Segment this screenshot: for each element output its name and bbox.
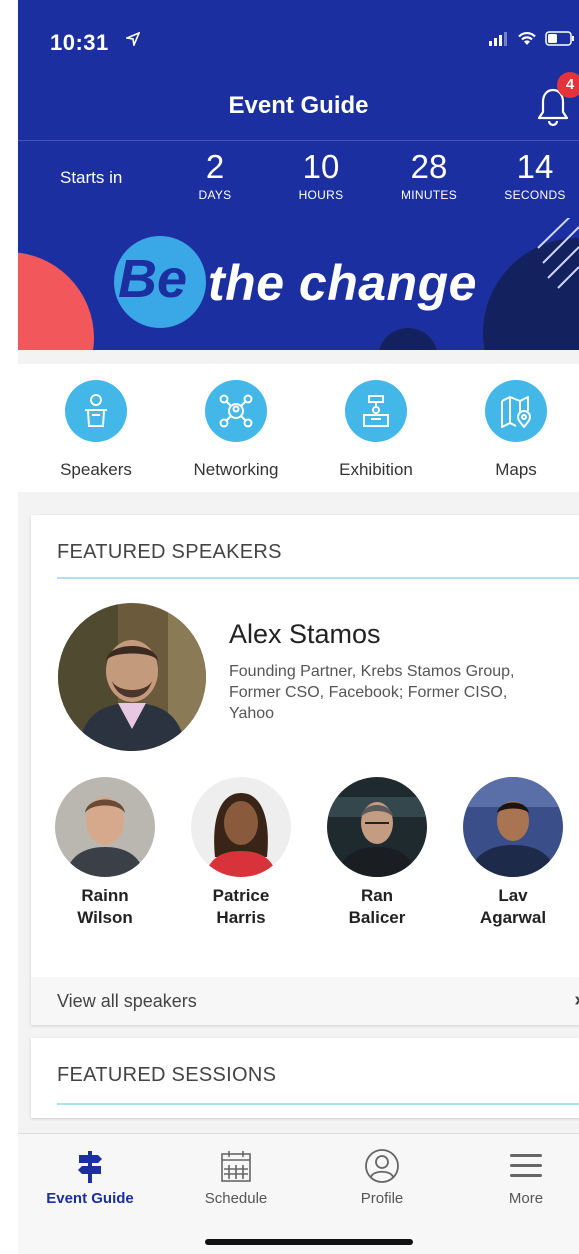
quick-link-maps[interactable]: Maps	[456, 380, 576, 480]
lead-speaker-role: Founding Partner, Krebs Stamos Group, Fo…	[229, 663, 515, 722]
banner-text: the change	[208, 255, 477, 311]
featured-speakers-card: FEATURED SPEAKERS Alex Stamos Founding P…	[31, 515, 579, 1025]
menu-icon	[456, 1146, 579, 1186]
countdown-unit-label: SECONDS	[504, 188, 566, 202]
tab-label: Schedule	[204, 1190, 268, 1207]
speaker-first-name: Ran	[360, 886, 394, 905]
section-title: FEATURED SESSIONS	[57, 1064, 277, 1086]
section-rule	[57, 577, 579, 579]
speaker-avatar	[55, 777, 155, 877]
exhibition-booth-icon	[345, 380, 407, 442]
quick-link-networking[interactable]: Networking	[176, 380, 296, 480]
speaker-last-name: Balicer	[348, 908, 406, 927]
speaker-podium-icon	[65, 380, 127, 442]
lead-speaker-avatar[interactable]	[58, 603, 206, 751]
speaker-last-name: Wilson	[77, 908, 133, 927]
quick-link-label: Exhibition	[339, 460, 413, 479]
speaker-item[interactable]: Ran Balicer	[317, 777, 437, 929]
home-indicator[interactable]	[205, 1239, 413, 1245]
countdown-value: 2	[205, 148, 225, 185]
countdown: Starts in 2 DAYS 10 HOURS 28 MINUTES 14 …	[18, 140, 579, 218]
battery-icon	[545, 31, 575, 51]
header: 10:31 Event Guide 4 Starts in 2 DAYS 10 …	[18, 0, 579, 350]
lead-speaker-name[interactable]: Alex Stamos	[229, 619, 381, 650]
section-rule	[57, 1103, 579, 1105]
speaker-item[interactable]: Rainn Wilson	[45, 777, 165, 929]
tab-profile[interactable]: Profile	[312, 1146, 452, 1207]
cellular-signal-icon	[489, 31, 509, 51]
quick-link-label: Maps	[495, 460, 537, 479]
speaker-first-name: Lav	[498, 886, 528, 905]
tab-schedule[interactable]: Schedule	[166, 1146, 306, 1207]
event-guide-screen: 10:31 Event Guide 4 Starts in 2 DAYS 10 …	[18, 0, 579, 1254]
countdown-seconds: 14 SECONDS	[490, 148, 579, 202]
profile-icon	[312, 1146, 452, 1186]
countdown-minutes: 28 MINUTES	[384, 148, 474, 202]
speaker-item[interactable]: Patrice Harris	[181, 777, 301, 929]
countdown-value: 14	[516, 148, 554, 185]
notification-badge: 4	[557, 72, 579, 98]
wifi-icon	[517, 31, 537, 51]
tab-bar: Event Guide Schedule Profile More	[18, 1133, 579, 1254]
countdown-label: Starts in	[60, 168, 123, 187]
speaker-first-name: Rainn	[81, 886, 129, 905]
countdown-days: 2 DAYS	[170, 148, 260, 202]
countdown-value: 28	[410, 148, 448, 185]
speaker-avatar	[327, 777, 427, 877]
tab-event-guide[interactable]: Event Guide	[20, 1146, 160, 1207]
speaker-avatar	[463, 777, 563, 877]
view-all-label: View all speakers	[57, 991, 197, 1011]
map-icon	[485, 380, 547, 442]
tab-label: Profile	[360, 1190, 404, 1207]
countdown-unit-label: HOURS	[298, 188, 344, 202]
quick-links: Speakers Networking Exhibition Maps	[18, 364, 579, 492]
featured-sessions-card: FEATURED SESSIONS	[31, 1038, 579, 1118]
tab-more[interactable]: More	[456, 1146, 579, 1207]
networking-icon	[205, 380, 267, 442]
countdown-hours: 10 HOURS	[276, 148, 366, 202]
signpost-icon	[20, 1146, 160, 1186]
quick-link-label: Networking	[193, 460, 279, 479]
tab-label: Event Guide	[46, 1190, 134, 1207]
page-title: Event Guide	[228, 92, 369, 119]
quick-link-exhibition[interactable]: Exhibition	[316, 380, 436, 480]
status-bar: 10:31	[18, 0, 579, 80]
quick-link-label: Speakers	[60, 460, 132, 479]
tab-label: More	[508, 1190, 544, 1207]
banner-be: Be	[118, 249, 188, 309]
countdown-unit-label: DAYS	[198, 188, 232, 202]
countdown-unit-label: MINUTES	[400, 188, 458, 202]
speaker-item[interactable]: Lav Agarwal	[453, 777, 573, 929]
calendar-icon	[166, 1146, 306, 1186]
view-all-speakers-link[interactable]: View all speakers ›	[31, 977, 579, 1025]
section-title: FEATURED SPEAKERS	[57, 541, 282, 563]
event-banner: Be the change	[18, 218, 579, 350]
speaker-avatar	[191, 777, 291, 877]
speaker-first-name: Patrice	[212, 886, 270, 905]
quick-link-speakers[interactable]: Speakers	[36, 380, 156, 480]
speaker-last-name: Harris	[216, 908, 266, 927]
location-arrow-icon	[124, 31, 141, 51]
countdown-value: 10	[302, 148, 340, 185]
status-time: 10:31	[50, 30, 109, 55]
chevron-right-icon: ›	[574, 989, 579, 1012]
speaker-last-name: Agarwal	[479, 908, 547, 927]
